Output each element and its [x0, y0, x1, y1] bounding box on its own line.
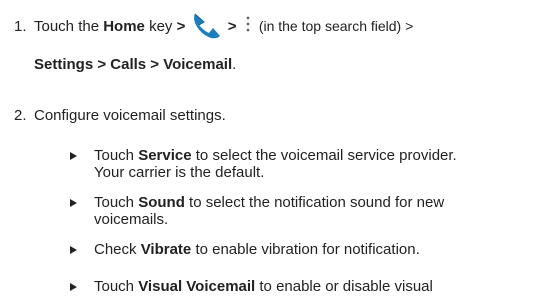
step-2-text: Configure voicemail settings.: [34, 107, 226, 124]
bullet-0-bold: Service: [138, 147, 192, 164]
bullet-1-post: to select the notification sound for new: [184, 194, 445, 211]
bullet-1-bold: Sound: [138, 194, 185, 211]
settings-path: Settings > Calls > Voicemail: [34, 56, 233, 73]
bullet-0-post: to select the voicemail service provider…: [191, 147, 457, 164]
step-1-line-1: Touch the Home key > > (in the top searc…: [34, 13, 413, 41]
bullet-0-line2: Your carrier is the default.: [94, 164, 265, 181]
bullet-vibrate: Check Vibrate to enable vibration for no…: [94, 241, 420, 258]
bullet-3-pre: Touch: [94, 278, 139, 295]
bullet-3-post: to enable or disable visual: [255, 278, 433, 295]
bullet-marker: [70, 152, 77, 160]
bullet-2-pre: Check: [94, 241, 141, 258]
bullet-1-pre: Touch: [94, 194, 139, 211]
bullet-marker: [70, 283, 77, 291]
bullet-service: Touch Service to select the voicemail se…: [94, 147, 457, 181]
step-1-touch: Touch the: [34, 17, 100, 35]
phone-icon: [192, 11, 222, 39]
step-1-line-2: Settings > Calls > Voicemail.: [34, 56, 236, 73]
bullet-3-bold: Visual Voicemail: [138, 278, 256, 295]
step-1-number: 1.: [14, 18, 27, 35]
bullet-marker: [70, 199, 77, 207]
bullet-1-line2: voicemails.: [94, 211, 169, 228]
bullet-visual-voicemail: Touch Visual Voicemail to enable or disa…: [94, 278, 433, 295]
bullet-2-post: to enable vibration for notification.: [191, 241, 420, 258]
bullet-marker: [70, 246, 77, 254]
arrow-2: >: [227, 17, 237, 35]
bullet-sound: Touch Sound to select the notification s…: [94, 194, 444, 228]
bullet-2-bold: Vibrate: [140, 241, 192, 258]
search-field-note: (in the top search field) >: [258, 17, 414, 34]
step-1-period: .: [232, 56, 237, 73]
home-key-label: Home: [103, 17, 145, 35]
overflow-menu-icon: [245, 16, 251, 32]
key-label: key: [149, 17, 173, 35]
step-2-number: 2.: [14, 107, 27, 124]
arrow-1: >: [176, 17, 186, 35]
bullet-0-pre: Touch: [94, 147, 139, 164]
